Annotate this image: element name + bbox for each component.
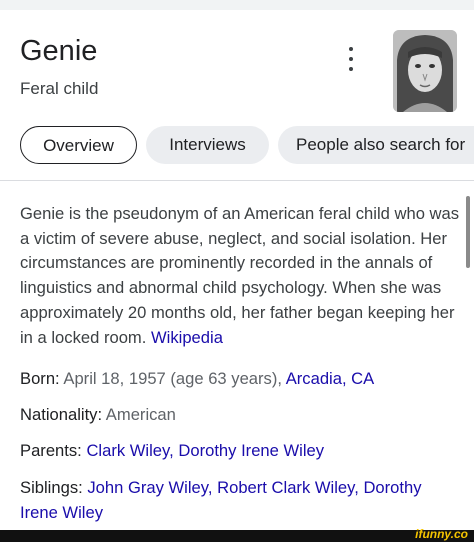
more-vert-icon[interactable]: [343, 47, 359, 71]
tab-overview[interactable]: Overview: [20, 126, 137, 164]
parent-link-clark[interactable]: Clark Wiley: [86, 441, 169, 460]
portrait-image: [393, 30, 457, 112]
entity-title: Genie: [20, 35, 98, 67]
tab-people-also-search-for[interactable]: People also search for: [278, 126, 474, 164]
parent-link-dorothy[interactable]: Dorothy Irene Wiley: [178, 441, 324, 460]
entity-portrait[interactable]: [393, 30, 457, 112]
siblings-label: Siblings:: [20, 478, 83, 497]
watermark: ifunny.co: [415, 527, 468, 541]
sibling-link-john[interactable]: John Gray Wiley: [87, 478, 208, 497]
description: Genie is the pseudonym of an American fe…: [20, 202, 462, 350]
parents-label: Parents:: [20, 441, 82, 460]
nationality-label: Nationality:: [20, 405, 103, 424]
fact-born: Born: April 18, 1957 (age 63 years), Arc…: [20, 367, 460, 392]
nationality-value: American: [105, 405, 176, 424]
top-band: [0, 0, 474, 10]
scrollbar[interactable]: [466, 196, 470, 268]
tab-bar: Overview Interviews People also search f…: [0, 126, 474, 166]
divider: [0, 180, 474, 181]
siblings-separator-2: ,: [354, 478, 359, 497]
fact-nationality: Nationality: American: [20, 403, 460, 428]
sibling-link-robert[interactable]: Robert Clark Wiley: [217, 478, 354, 497]
fact-siblings: Siblings: John Gray Wiley, Robert Clark …: [20, 476, 460, 525]
wikipedia-link[interactable]: Wikipedia: [151, 328, 223, 347]
fact-parents: Parents: Clark Wiley, Dorothy Irene Wile…: [20, 439, 460, 464]
tab-interviews[interactable]: Interviews: [146, 126, 269, 164]
born-label: Born:: [20, 369, 60, 388]
description-text: Genie is the pseudonym of an American fe…: [20, 204, 460, 347]
born-value: April 18, 1957 (age 63 years),: [63, 369, 282, 388]
entity-subtitle: Feral child: [20, 79, 99, 98]
footer-bar: ifunny.co: [0, 527, 474, 542]
parents-separator: ,: [169, 441, 174, 460]
birthplace-link[interactable]: Arcadia, CA: [286, 369, 375, 388]
siblings-separator-1: ,: [207, 478, 213, 497]
